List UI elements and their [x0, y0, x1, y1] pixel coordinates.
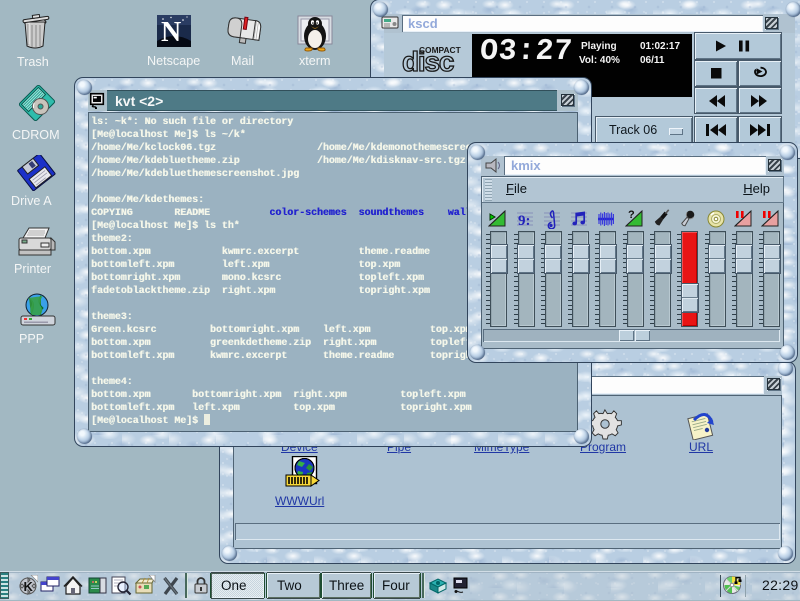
- svg-text:N: N: [161, 17, 181, 47]
- svg-text:disc: disc: [402, 46, 454, 77]
- svg-text:K: K: [24, 579, 34, 594]
- svg-text:9:: 9:: [518, 213, 531, 229]
